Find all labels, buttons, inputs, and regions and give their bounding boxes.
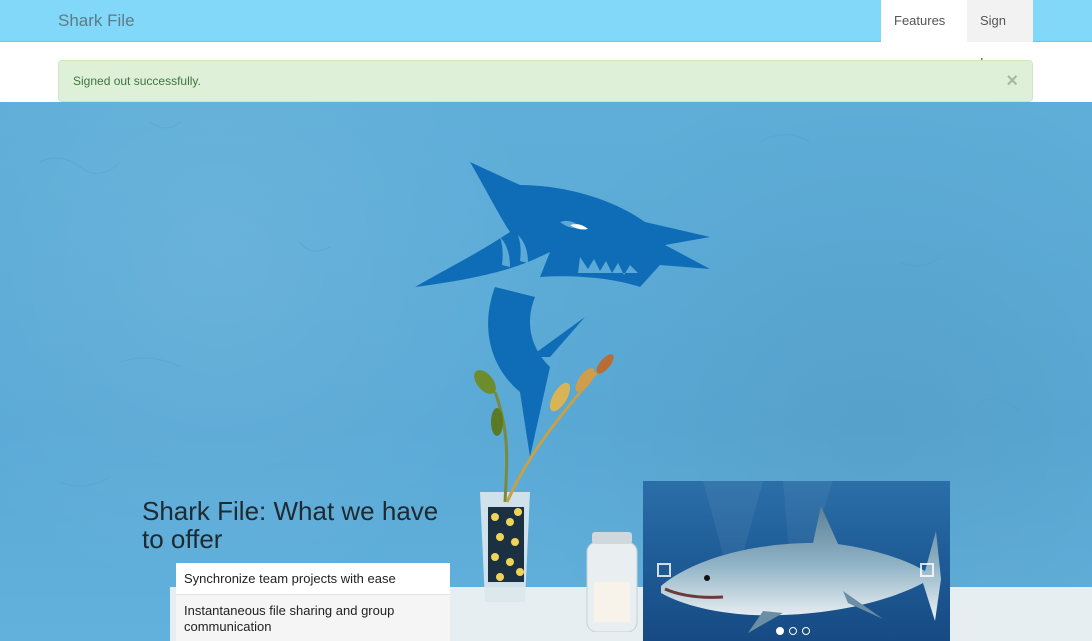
feature-list: Synchronize team projects with ease Inst… xyxy=(176,563,450,641)
feature-item[interactable]: Synchronize team projects with ease xyxy=(176,563,450,595)
close-icon[interactable]: × xyxy=(1006,71,1018,91)
carousel-indicator[interactable] xyxy=(789,627,797,635)
great-white-shark-image xyxy=(661,481,941,633)
carousel-prev-control[interactable] xyxy=(657,563,671,577)
image-carousel[interactable] xyxy=(643,481,950,641)
carousel-indicators xyxy=(776,627,810,635)
features-label: Features xyxy=(894,13,946,28)
top-navbar: Shark File Features Sign In xyxy=(0,0,1092,70)
signout-alert: Signed out successfully. × xyxy=(58,60,1033,102)
feature-item[interactable]: Instantaneous file sharing and group com… xyxy=(176,595,450,641)
carousel-indicator[interactable] xyxy=(802,627,810,635)
glass-jar-image xyxy=(586,532,638,632)
hero-section: Shark File: What we have to offer Synchr… xyxy=(0,102,1092,641)
carousel-next-control[interactable] xyxy=(920,563,934,577)
features-dropdown[interactable]: Features xyxy=(881,0,967,66)
hero-title: Shark File: What we have to offer xyxy=(142,496,439,554)
sign-in-link[interactable]: Sign In xyxy=(967,0,1033,70)
alert-message: Signed out successfully. xyxy=(73,74,201,88)
brand-link[interactable]: Shark File xyxy=(58,11,135,31)
carousel-indicator[interactable] xyxy=(776,627,784,635)
